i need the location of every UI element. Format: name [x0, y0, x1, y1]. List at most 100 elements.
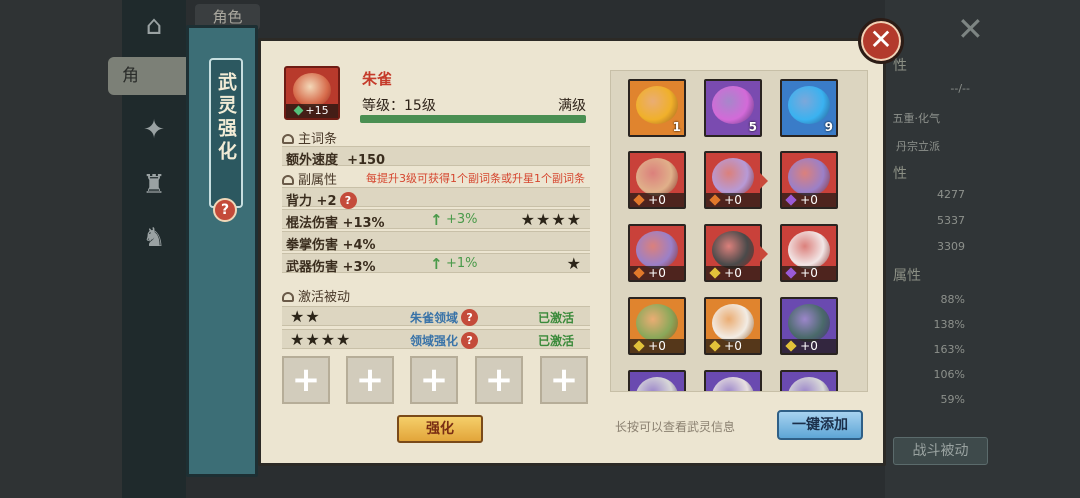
spirit-portrait[interactable]: +15 — [284, 66, 340, 120]
item-count: 1 — [672, 120, 681, 134]
spirit-cell-turtle[interactable]: +0 — [628, 297, 686, 355]
spirit-cell-red-beast[interactable]: +0 — [628, 151, 686, 209]
bg-stat: 138% — [933, 318, 965, 331]
spirit-level: +0 — [782, 266, 836, 280]
empty-slot[interactable]: + — [346, 356, 394, 404]
dark-dragon-icon — [788, 304, 830, 342]
star-rating: ★ — [566, 254, 582, 273]
empty-slot[interactable]: + — [475, 356, 523, 404]
spirit-cell-partial-3[interactable] — [780, 370, 838, 391]
sub-attr-row: 拳掌伤害 +4% — [282, 231, 590, 253]
main-attr-header: 主词条 — [282, 128, 337, 147]
spirit-level-text: +0 — [648, 193, 666, 207]
empty-slot[interactable]: + — [410, 356, 458, 404]
help-icon[interactable]: ? — [339, 192, 357, 209]
white-fox-icon — [788, 231, 830, 269]
spirit-grid: 1 5 9 +0 +0 +0 +0 +0 +0 +0 +0 +0 — [610, 70, 868, 392]
spirit-cell-dark-dragon[interactable]: +0 — [780, 297, 838, 355]
blue-orb-icon — [788, 86, 830, 124]
level-progress-fill — [360, 115, 586, 123]
sub-attr-increase: +1% — [446, 256, 478, 271]
bg-battle-passive-button: 战斗被动 — [893, 437, 988, 465]
temple-icon: ⌂ — [145, 11, 163, 41]
portrait-level-text: +15 — [305, 104, 329, 117]
spirit-cell-white-fox[interactable]: +0 — [780, 224, 838, 282]
main-attr-header-text: 主词条 — [298, 132, 338, 147]
spirit-cell-black-dragon[interactable]: +0 — [704, 224, 768, 282]
white-deer-icon — [712, 304, 754, 342]
spirit-cell-white-deer[interactable]: +0 — [704, 297, 762, 355]
hint-text: 长按可以查看武灵信息 — [615, 420, 736, 434]
beast-icon: ♞ — [142, 223, 166, 253]
purple-orb-icon — [712, 86, 754, 124]
purple-wolf-icon — [788, 158, 830, 196]
spirit-cell-partial-1[interactable] — [628, 370, 686, 391]
passive-name: 朱雀领域? — [410, 309, 479, 326]
bg-stat: 5337 — [937, 214, 965, 227]
spirit-cell-purple-wolf[interactable]: +0 — [780, 151, 838, 209]
sub-attr-note: 每提升3级可获得1个副词条或升星1个副词条 — [366, 172, 585, 185]
black-dragon-icon — [712, 231, 754, 269]
passive-row: ★★★★ 领域强化? 已激活 — [282, 329, 590, 349]
spirit-level: +0 — [630, 193, 684, 207]
gem-icon — [709, 340, 721, 352]
spirit-level-text: +0 — [724, 266, 742, 280]
spirit-level-text: +0 — [724, 339, 742, 353]
gem-icon — [709, 194, 721, 206]
item-count: 9 — [824, 120, 833, 134]
help-icon[interactable]: ? — [213, 198, 237, 222]
partial-1-icon — [636, 377, 678, 391]
passive-row: ★★ 朱雀领域? 已激活 — [282, 306, 590, 326]
sub-attr-name: 拳掌伤害 — [286, 238, 339, 253]
sub-attr-increase: +3% — [446, 212, 478, 227]
spirit-cell-purple-orb[interactable]: 5 — [704, 79, 762, 137]
sub-attr-value: +3% — [342, 260, 376, 275]
level-status: 满级 — [558, 98, 586, 114]
gem-icon — [785, 267, 797, 279]
gem-icon — [293, 105, 304, 116]
fire-orb-icon — [636, 86, 678, 124]
spirit-level: +0 — [630, 266, 684, 280]
passive-header: 激活被动 — [282, 286, 350, 305]
spirit-level-text: +0 — [800, 193, 818, 207]
spirit-level: +0 — [782, 193, 836, 207]
help-icon[interactable]: ? — [461, 309, 479, 326]
spirit-cell-blue-orb[interactable]: 9 — [780, 79, 838, 137]
bg-label: 性 — [893, 166, 907, 182]
bg-stat: 163% — [933, 343, 965, 356]
passive-name-text: 领域强化 — [410, 334, 459, 348]
spirit-cell-partial-2[interactable] — [704, 370, 762, 391]
spirit-cell-purple-pig[interactable]: +0 — [704, 151, 768, 209]
gem-icon — [633, 194, 645, 206]
sub-attr-name: 背力 — [286, 194, 313, 209]
gem-icon — [633, 267, 645, 279]
bg-side-tab: 角 — [108, 57, 188, 95]
sub-attr-label: 武器伤害 +3% — [286, 256, 376, 275]
bg-stat: 3309 — [937, 240, 965, 253]
main-attr-name: 额外速度 — [286, 153, 339, 168]
empty-slot[interactable]: + — [540, 356, 588, 404]
arrow-icon — [760, 173, 768, 189]
gem-icon — [785, 340, 797, 352]
purple-tiger-icon — [636, 231, 678, 269]
bell-icon: ♜ — [142, 170, 166, 200]
star-rating: ★★ — [290, 307, 321, 326]
item-count: 5 — [748, 120, 757, 134]
spirit-cell-fire-orb[interactable]: 1 — [628, 79, 686, 137]
sub-attr-label: 背力 +2? — [286, 190, 357, 209]
empty-slot[interactable]: + — [282, 356, 330, 404]
sub-attr-value: +13% — [342, 216, 385, 231]
passive-name-text: 朱雀领域 — [410, 311, 459, 325]
spirit-cell-purple-tiger[interactable]: +0 — [628, 224, 686, 282]
help-icon[interactable]: ? — [461, 332, 479, 349]
sub-attr-value: +4% — [342, 238, 376, 253]
close-button[interactable]: ✕ — [858, 18, 904, 64]
up-arrow-icon: ↑ — [430, 255, 443, 273]
purple-pig-icon — [712, 158, 754, 196]
auto-add-button[interactable]: 一键添加 — [777, 410, 863, 440]
main-attr-label: 额外速度 +150 — [286, 149, 385, 168]
scroll-icon — [282, 292, 294, 302]
side-title: 武灵强化 — [215, 72, 237, 164]
strengthen-button[interactable]: 强化 — [397, 415, 483, 443]
flame-icon: ✦ — [143, 115, 165, 145]
